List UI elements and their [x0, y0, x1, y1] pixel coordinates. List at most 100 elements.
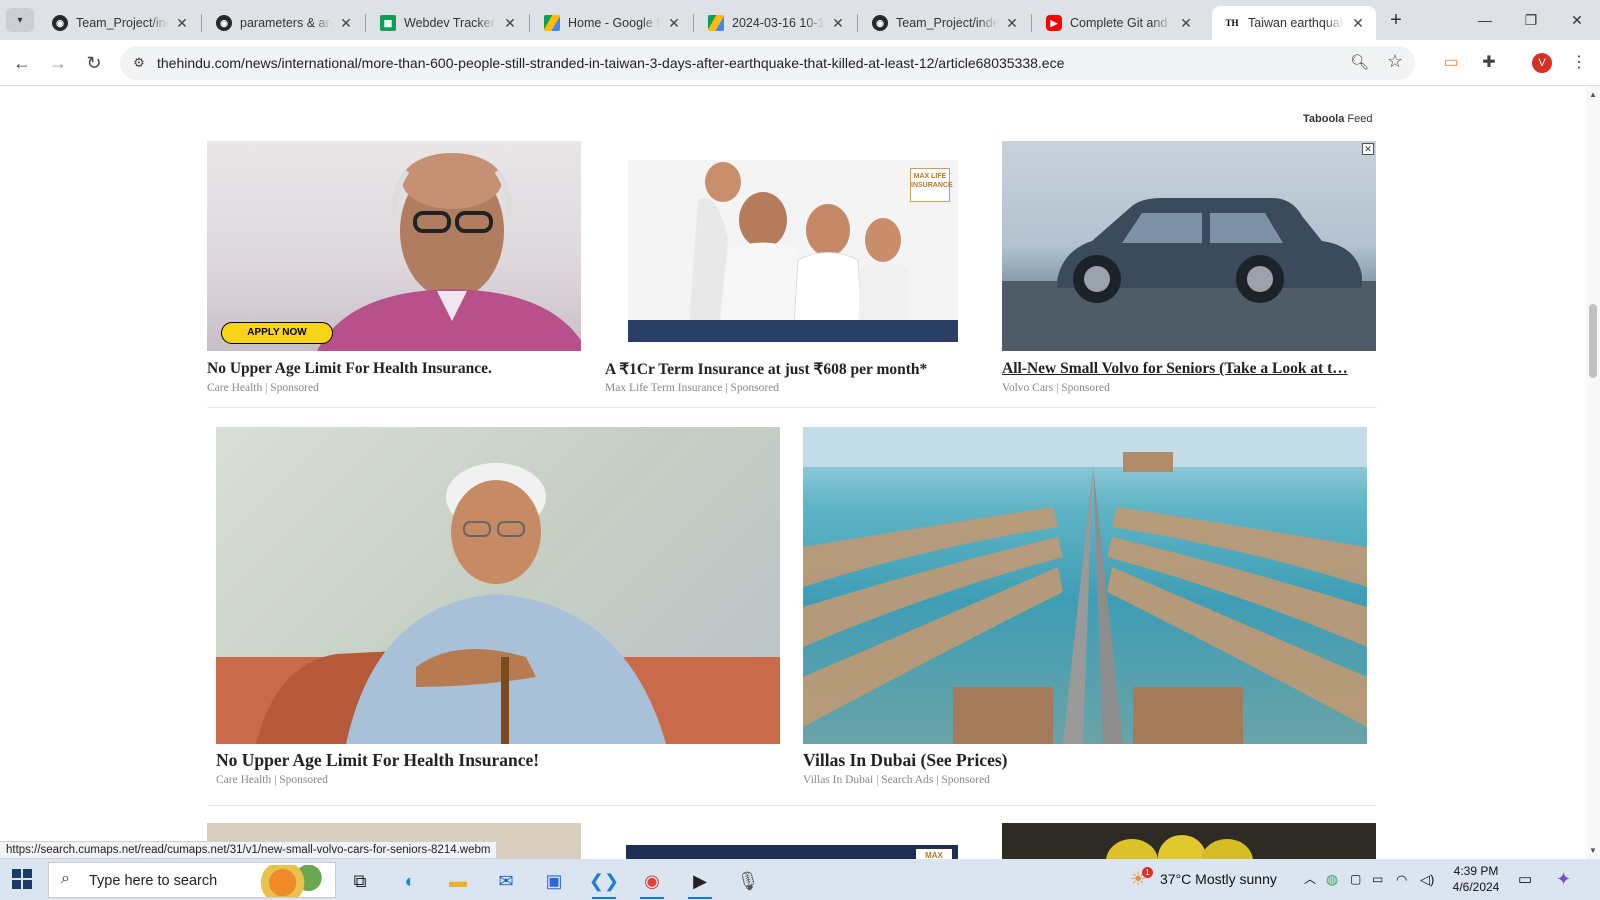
ad-title[interactable]: All-New Small Volvo for Seniors (Take a … [1002, 360, 1376, 378]
scroll-up-icon[interactable]: ▲ [1586, 90, 1600, 99]
file-explorer-icon[interactable]: ▬ [438, 863, 478, 899]
browser-toolbar: ← → ↻ ⚙ thehindu.com/news/international/… [0, 40, 1600, 86]
ad-card-volvo[interactable]: ✕ All-New Small Volvo for Seniors (Take … [1002, 141, 1376, 394]
tab-strip: ▾ ◉ Team_Project/inde ✕ ◉ parameters & a… [0, 0, 1600, 40]
edge-icon[interactable]: ◐ [390, 863, 430, 899]
tray-app-icon[interactable]: ◍ [1326, 859, 1338, 900]
ad-source[interactable]: Care Health | Sponsored [207, 382, 319, 394]
ad-close-icon[interactable]: ✕ [1362, 143, 1374, 155]
page-scrollbar[interactable]: ▲ ▼ [1586, 86, 1600, 859]
tab-1[interactable]: ◉ Team_Project/inde ✕ [40, 6, 200, 40]
close-tab-icon[interactable]: ✕ [1178, 15, 1194, 32]
meet-now-icon[interactable]: ▢ [1350, 859, 1361, 900]
battery-icon[interactable]: ▭ [1372, 859, 1383, 900]
ad-image-volvo-suv[interactable]: ✕ [1002, 141, 1376, 351]
windows-start-icon[interactable] [12, 869, 32, 889]
taboola-feed-label[interactable]: Taboola Feed [1303, 113, 1373, 125]
zoom-icon[interactable]: 🔍︎ [1350, 53, 1369, 71]
ad-card-row3-2[interactable]: MAX [626, 845, 958, 859]
ad-source[interactable]: Max Life Term Insurance | Sponsored [605, 382, 779, 394]
feed-divider [207, 407, 1377, 408]
vscode-icon[interactable]: ❮❯ [584, 863, 624, 899]
close-tab-icon[interactable]: ✕ [830, 15, 846, 32]
ad-card-health-1[interactable]: APPLY NOW No Upper Age Limit For Health … [207, 141, 581, 394]
close-tab-icon[interactable]: ✕ [666, 15, 682, 32]
close-tab-icon[interactable]: ✕ [1350, 15, 1366, 32]
ad-source[interactable]: Care Health | Sponsored [216, 774, 328, 786]
youtube-icon: ▶ [1046, 15, 1062, 31]
extension-tab-icon[interactable]: ▭ [1436, 48, 1466, 78]
ad-image-senior-man[interactable]: APPLY NOW [207, 141, 581, 351]
ad-card-dubai[interactable]: Villas In Dubai (See Prices) Villas In D… [803, 427, 1367, 787]
ad-title[interactable]: No Upper Age Limit For Health Insurance! [216, 750, 780, 771]
tab-6[interactable]: ◉ Team_Project/inde ✕ [860, 6, 1030, 40]
ad-image-family[interactable]: MAX LIFE INSURANCE [628, 160, 958, 342]
feed-label: Feed [1347, 113, 1373, 125]
copilot-icon[interactable]: ✦ [1556, 859, 1571, 900]
apply-now-button[interactable]: APPLY NOW [221, 322, 333, 344]
menu-kebab-icon[interactable]: ⋮ [1564, 48, 1594, 78]
microphone-icon[interactable]: 🎙︎ [728, 863, 768, 899]
weather-text[interactable]: 37°C Mostly sunny [1160, 859, 1277, 900]
forward-button[interactable]: → [43, 48, 73, 78]
media-player-icon[interactable]: ▶ [680, 863, 720, 899]
ad-card-health-2[interactable]: No Upper Age Limit For Health Insurance!… [216, 427, 780, 787]
bookmark-star-icon[interactable]: ☆ [1387, 51, 1403, 72]
store-icon[interactable]: ▣ [534, 863, 574, 899]
tab-8-active[interactable]: TH Taiwan earthquake ✕ [1212, 6, 1376, 40]
sheets-icon: ▦ [380, 15, 396, 31]
close-tab-icon[interactable]: ✕ [174, 15, 190, 32]
tab-7[interactable]: ▶ Complete Git and ✕ [1034, 6, 1204, 40]
clock-time: 4:39 PM [1453, 864, 1499, 878]
close-tab-icon[interactable]: ✕ [338, 15, 354, 32]
minimize-button[interactable]: — [1462, 6, 1508, 34]
ad-image-palm-jumeirah[interactable] [803, 427, 1367, 744]
ad-title[interactable]: A ₹1Cr Term Insurance at just ₹608 per m… [605, 360, 979, 379]
close-tab-icon[interactable]: ✕ [502, 15, 518, 32]
site-info-icon[interactable]: ⚙ [130, 54, 148, 72]
new-tab-button[interactable]: + [1382, 8, 1410, 34]
tab-4[interactable]: Home - Google Dri ✕ [532, 6, 692, 40]
restore-button[interactable]: ❐ [1508, 6, 1554, 34]
ad-title[interactable]: Villas In Dubai (See Prices) [803, 750, 1367, 771]
link-status-url: https://search.cumaps.net/read/cumaps.ne… [0, 841, 498, 859]
scrollbar-thumb[interactable] [1589, 304, 1597, 378]
address-bar[interactable]: ⚙ thehindu.com/news/international/more-t… [120, 46, 1415, 80]
close-tab-icon[interactable]: ✕ [1004, 15, 1020, 32]
ad-card-row3-3[interactable] [1002, 823, 1376, 859]
back-button[interactable]: ← [7, 48, 37, 78]
weather-badge: 1 [1142, 867, 1153, 878]
ad-source[interactable]: Villas In Dubai | Search Ads | Sponsored [803, 774, 990, 786]
extensions-puzzle-icon[interactable]: ✚ [1474, 48, 1504, 78]
tab-search-chevron-icon[interactable]: ▾ [6, 8, 34, 32]
chrome-icon[interactable]: ◉ [632, 863, 672, 899]
tab-5[interactable]: 2024-03-16 10-14 ✕ [696, 6, 856, 40]
scroll-down-icon[interactable]: ▼ [1586, 846, 1600, 855]
max-life-logo: MAX LIFE INSURANCE [910, 168, 953, 202]
drive-icon [708, 15, 724, 31]
max-life-logo: MAX [916, 849, 952, 859]
ad-title[interactable]: No Upper Age Limit For Health Insurance. [207, 360, 581, 378]
mail-icon[interactable]: ✉ [486, 863, 526, 899]
volume-icon[interactable]: ◁) [1420, 859, 1434, 900]
notifications-icon[interactable]: ▭ [1518, 859, 1532, 900]
tab-title: Team_Project/inde [76, 16, 168, 30]
task-view-icon[interactable]: ⧉ [340, 863, 380, 899]
tab-2[interactable]: ◉ parameters & argu ✕ [204, 6, 364, 40]
system-clock[interactable]: 4:39 PM 4/6/2024 [1446, 863, 1506, 895]
close-window-button[interactable]: ✕ [1554, 6, 1600, 34]
weather-icon[interactable]: ☀ [1130, 859, 1146, 900]
reload-button[interactable]: ↻ [79, 48, 109, 78]
wifi-icon[interactable]: ◠ [1396, 859, 1407, 900]
ad-source[interactable]: Volvo Cars | Sponsored [1002, 382, 1110, 394]
profile-avatar[interactable]: V [1532, 53, 1552, 73]
ad-card-term-insurance[interactable]: MAX LIFE INSURANCE A ₹1Cr Term Insurance… [605, 141, 979, 394]
tray-overflow-chevron-icon[interactable]: ︿ [1304, 859, 1316, 900]
tab-title: Complete Git and [1070, 16, 1168, 30]
taskbar-search-box[interactable]: ⌕ Type here to search [48, 862, 336, 898]
tab-3[interactable]: ▦ Webdev Tracker Sh ✕ [368, 6, 528, 40]
ad-image-senior-man-bench[interactable] [216, 427, 780, 744]
url-text[interactable]: thehindu.com/news/international/more-tha… [157, 55, 1064, 71]
tab-title: parameters & argu [240, 16, 332, 30]
github-icon: ◉ [216, 15, 232, 31]
